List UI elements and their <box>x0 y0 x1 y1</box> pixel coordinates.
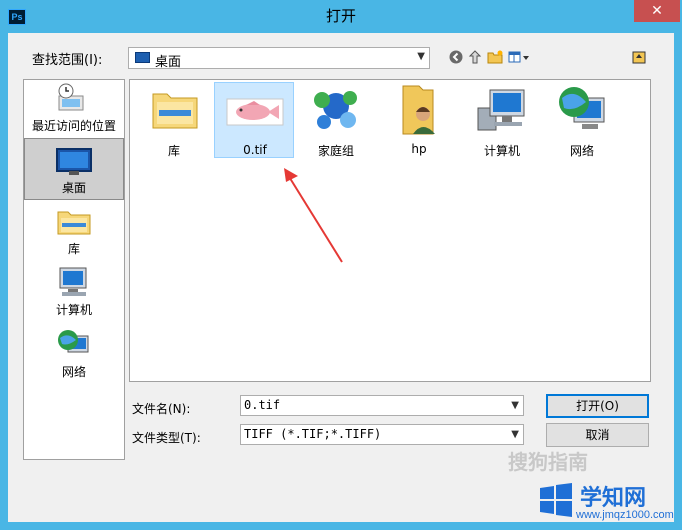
recent-places-icon <box>58 83 84 111</box>
filetype-select[interactable]: TIFF (*.TIF;*.TIFF) ▼ <box>240 424 524 445</box>
sidebar-item-recent[interactable]: 最近访问的位置 <box>24 80 124 136</box>
open-button[interactable]: 打开(O) <box>546 394 649 418</box>
sidebar-item-label: 库 <box>67 242 80 256</box>
sidebar-item-network[interactable]: 网络 <box>24 326 124 382</box>
look-in-value: 桌面 <box>155 55 182 70</box>
sidebar-item-label: 最近访问的位置 <box>31 119 116 133</box>
sidebar-item-desktop[interactable]: 桌面 <box>24 138 124 200</box>
sidebar-item-computer[interactable]: 计算机 <box>24 264 124 320</box>
filename-label: 文件名(N): <box>132 402 191 416</box>
up-folder-icon[interactable] <box>467 50 483 66</box>
sidebar-item-label: 计算机 <box>55 303 92 317</box>
look-in-label: 查找范围(I): <box>32 53 103 68</box>
sidebar-item-libraries[interactable]: 库 <box>24 202 124 258</box>
window-title: 打开 <box>325 7 356 25</box>
filetype-value: TIFF (*.TIF;*.TIFF) <box>244 427 382 441</box>
chevron-down-icon[interactable]: ▼ <box>511 396 519 415</box>
annotation-arrow <box>284 168 343 263</box>
libraries-icon <box>57 211 91 235</box>
file-list: 库 0.tif 家庭组 hp 计算机 网络 <box>129 79 651 382</box>
windows-logo-icon <box>540 483 572 517</box>
look-in-dropdown[interactable]: 桌面 ▼ <box>128 47 430 70</box>
filename-value: 0.tif <box>244 398 281 412</box>
view-menu-icon[interactable] <box>508 50 532 66</box>
desktop-icon <box>135 52 150 63</box>
site-name: 学知网 <box>580 486 647 511</box>
dialog-window: Ps 打开 ✕ 查找范围(I): 桌面 ▼ 最近访问的位置 桌面 库 计算机 网… <box>0 0 682 530</box>
places-icon[interactable] <box>631 50 647 66</box>
sogou-watermark: 搜狗指南 <box>508 450 588 474</box>
places-bar: 最近访问的位置 桌面 库 计算机 网络 <box>23 79 125 460</box>
desktop-icon <box>56 148 92 175</box>
close-button[interactable]: ✕ <box>634 0 680 22</box>
sidebar-item-label: 网络 <box>61 365 86 379</box>
back-icon[interactable] <box>448 50 464 66</box>
network-icon <box>58 330 89 353</box>
cancel-button[interactable]: 取消 <box>546 423 649 447</box>
new-folder-icon[interactable] <box>487 50 503 66</box>
filetype-label: 文件类型(T): <box>132 431 201 445</box>
sidebar-item-label: 桌面 <box>61 181 86 195</box>
computer-icon <box>59 267 87 296</box>
title-bar[interactable]: Ps 打开 ✕ <box>0 0 682 33</box>
chevron-down-icon: ▼ <box>417 51 425 62</box>
chevron-down-icon[interactable]: ▼ <box>511 425 519 444</box>
site-url: www.jmqz1000.com <box>576 509 674 521</box>
site-watermark: 学知网 www.jmqz1000.com <box>520 476 682 530</box>
filename-input[interactable]: 0.tif ▼ <box>240 395 524 416</box>
